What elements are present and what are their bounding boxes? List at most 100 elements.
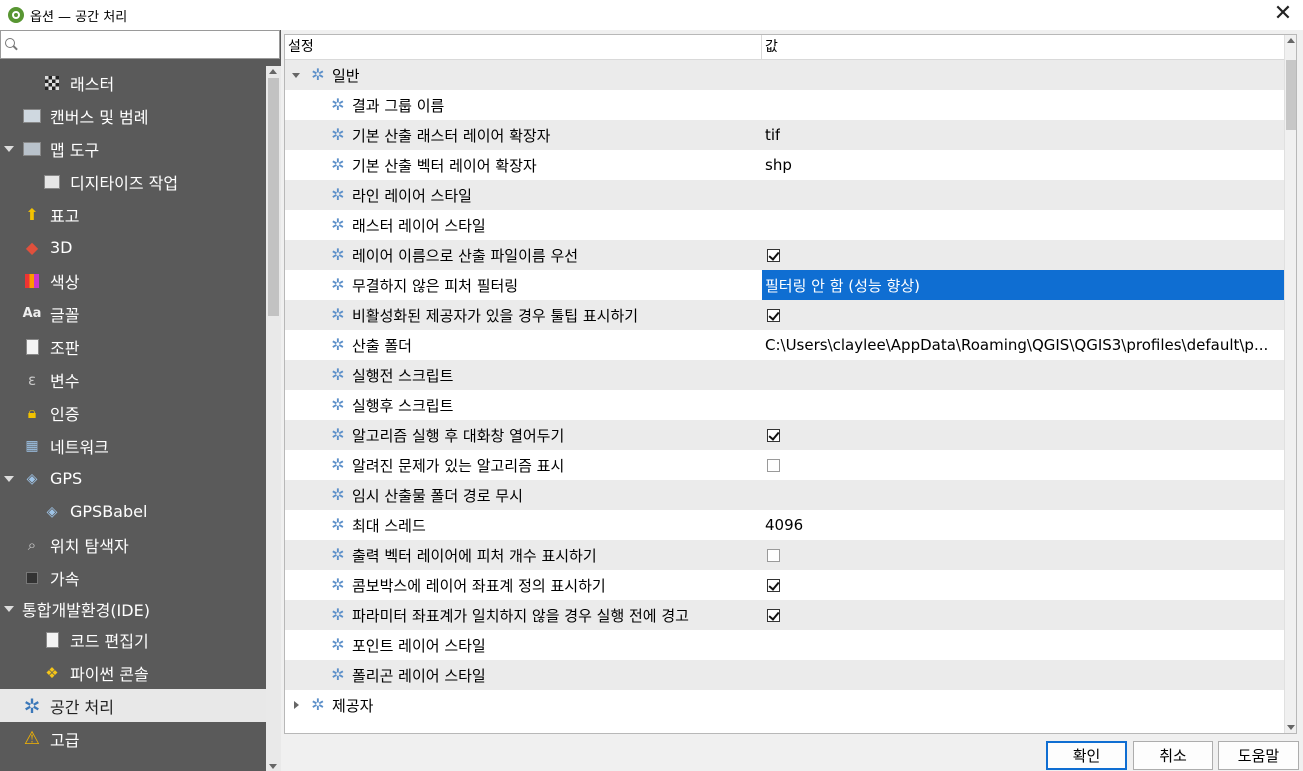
- tree-row[interactable]: ✲ 최대 스레드 4096: [285, 510, 1285, 540]
- scroll-up-arrow-icon[interactable]: [1287, 38, 1295, 43]
- sidebar-item-label: 3D: [50, 238, 73, 257]
- setting-value-cell[interactable]: 필터링 안 함 (성능 향상): [762, 270, 1285, 300]
- sidebar-item[interactable]: ✲ 공간 처리: [0, 689, 266, 722]
- setting-value-cell[interactable]: shp: [762, 150, 1285, 180]
- tree-row[interactable]: ✲ 폴리곤 레이어 스타일: [285, 660, 1285, 690]
- sidebar-item[interactable]: ε 변수: [0, 363, 266, 396]
- column-header-value[interactable]: 값: [762, 35, 1285, 60]
- tree-row[interactable]: ✲ 래스터 레이어 스타일: [285, 210, 1285, 240]
- expand-arrow-icon[interactable]: [4, 475, 14, 482]
- setting-value-cell[interactable]: [762, 570, 1285, 600]
- setting-name-cell: ✲ 알려진 문제가 있는 알고리즘 표시: [285, 450, 762, 480]
- setting-value-cell[interactable]: [762, 420, 1285, 450]
- expand-arrow-icon[interactable]: [4, 605, 14, 612]
- sidebar-item[interactable]: 디지타이즈 작업: [0, 165, 266, 198]
- sidebar-item[interactable]: 맵 도구: [0, 132, 266, 165]
- search-box[interactable]: [0, 30, 280, 59]
- setting-value-cell[interactable]: [762, 90, 1285, 120]
- setting-value-cell[interactable]: 4096: [762, 510, 1285, 540]
- sidebar-item[interactable]: 캔버스 및 범례: [0, 99, 266, 132]
- setting-value-cell[interactable]: [762, 300, 1285, 330]
- setting-value-cell[interactable]: [762, 540, 1285, 570]
- tree-row[interactable]: ✲ 파라미터 좌표계가 일치하지 않을 경우 실행 전에 경고: [285, 600, 1285, 630]
- tree-row[interactable]: ✲ 라인 레이어 스타일: [285, 180, 1285, 210]
- sidebar-item[interactable]: 🔒︎ 인증: [0, 396, 266, 429]
- setting-checkbox[interactable]: [767, 248, 780, 262]
- tree-row[interactable]: ✲ 기본 산출 래스터 레이어 확장자 tif: [285, 120, 1285, 150]
- setting-value-cell[interactable]: [762, 690, 1285, 720]
- setting-value-cell[interactable]: [762, 210, 1285, 240]
- setting-label: 기본 산출 래스터 레이어 확장자: [352, 126, 551, 145]
- tree-row[interactable]: ✲ 비활성화된 제공자가 있을 경우 툴팁 표시하기: [285, 300, 1285, 330]
- column-header-setting[interactable]: 설정: [285, 35, 762, 60]
- setting-value-cell[interactable]: [762, 60, 1285, 90]
- setting-checkbox[interactable]: [767, 608, 780, 622]
- tree-row[interactable]: ✲ 제공자: [285, 690, 1285, 720]
- tree-row[interactable]: ✲ 실행후 스크립트: [285, 390, 1285, 420]
- tree-row[interactable]: ✲ 산출 폴더 C:\Users\claylee\AppData\Roaming\Q…: [285, 330, 1285, 360]
- tree-row[interactable]: ✲ 포인트 레이어 스타일: [285, 630, 1285, 660]
- network-icon: ▦: [25, 437, 39, 454]
- scroll-down-arrow-icon[interactable]: [269, 764, 277, 769]
- setting-value-cell[interactable]: C:\Users\claylee\AppData\Roaming\QGIS\QG…: [762, 330, 1285, 360]
- setting-value-cell[interactable]: [762, 360, 1285, 390]
- tree-row[interactable]: ✲ 무결하지 않은 피처 필터링 필터링 안 함 (성능 향상): [285, 270, 1285, 300]
- sidebar-item[interactable]: ⚠ 고급: [0, 722, 266, 755]
- setting-checkbox[interactable]: [767, 578, 780, 592]
- sidebar-item[interactable]: ⬆ 표고: [0, 198, 266, 231]
- sidebar-item[interactable]: 가속: [0, 561, 266, 594]
- ok-button[interactable]: 확인: [1046, 741, 1127, 770]
- setting-label: 래스터 레이어 스타일: [352, 216, 486, 235]
- sidebar-item[interactable]: ❖ 파이썬 콘솔: [0, 656, 266, 689]
- close-icon[interactable]: ✕: [1271, 3, 1295, 27]
- tree-row[interactable]: ✲ 실행전 스크립트: [285, 360, 1285, 390]
- setting-checkbox[interactable]: [767, 428, 780, 442]
- setting-value-cell[interactable]: [762, 630, 1285, 660]
- sidebar-item[interactable]: 통합개발환경(IDE): [0, 592, 266, 625]
- scroll-up-arrow-icon[interactable]: [269, 69, 277, 74]
- setting-value-cell[interactable]: [762, 390, 1285, 420]
- sidebar-item-label: 네트워크: [50, 437, 109, 457]
- tree-row[interactable]: ✲ 일반: [285, 60, 1285, 90]
- scrollbar-thumb[interactable]: [1286, 60, 1296, 130]
- tree-row[interactable]: ✲ 콤보박스에 레이어 좌표계 정의 표시하기: [285, 570, 1285, 600]
- sidebar-scrollbar[interactable]: [266, 66, 281, 771]
- setting-value-cell[interactable]: tif: [762, 120, 1285, 150]
- tree-row[interactable]: ✲ 알고리즘 실행 후 대화창 열어두기: [285, 420, 1285, 450]
- tree-row[interactable]: ✲ 결과 그룹 이름: [285, 90, 1285, 120]
- sidebar-item[interactable]: ◆ 3D: [0, 231, 266, 264]
- scrollbar-thumb[interactable]: [268, 78, 279, 316]
- tree-scrollbar[interactable]: [1284, 35, 1296, 733]
- sidebar-item[interactable]: 조판: [0, 330, 266, 363]
- setting-value-cell[interactable]: [762, 660, 1285, 690]
- setting-name-cell: ✲ 일반: [285, 60, 762, 90]
- sidebar-item[interactable]: ⌕ 위치 탐색자: [0, 528, 266, 561]
- sidebar-item[interactable]: ◈ GPSBabel: [0, 495, 266, 528]
- sidebar-item[interactable]: ▦ 네트워크: [0, 429, 266, 462]
- sidebar-item[interactable]: 래스터: [0, 66, 266, 99]
- scroll-down-arrow-icon[interactable]: [1287, 725, 1295, 730]
- sidebar-item[interactable]: 색상: [0, 264, 266, 297]
- setting-value-cell[interactable]: [762, 180, 1285, 210]
- setting-value-cell[interactable]: [762, 600, 1285, 630]
- setting-value-cell[interactable]: [762, 480, 1285, 510]
- sidebar-item[interactable]: 코드 편집기: [0, 623, 266, 656]
- tree-row[interactable]: ✲ 레이어 이름으로 산출 파일이름 우선: [285, 240, 1285, 270]
- help-button[interactable]: 도움말: [1218, 741, 1299, 770]
- tree-row[interactable]: ✲ 출력 벡터 레이어에 피처 개수 표시하기: [285, 540, 1285, 570]
- setting-value-cell[interactable]: [762, 240, 1285, 270]
- setting-value-cell[interactable]: [762, 450, 1285, 480]
- tree-row[interactable]: ✲ 임시 산출물 폴더 경로 무시: [285, 480, 1285, 510]
- collapse-arrow-icon[interactable]: [294, 701, 299, 709]
- tree-row[interactable]: ✲ 알려진 문제가 있는 알고리즘 표시: [285, 450, 1285, 480]
- expand-arrow-icon[interactable]: [292, 72, 300, 78]
- search-input[interactable]: [23, 32, 279, 57]
- setting-checkbox[interactable]: [767, 458, 780, 472]
- setting-checkbox[interactable]: [767, 548, 780, 562]
- expand-arrow-icon[interactable]: [4, 145, 14, 152]
- tree-row[interactable]: ✲ 기본 산출 벡터 레이어 확장자 shp: [285, 150, 1285, 180]
- sidebar-item[interactable]: Aa 글꼴: [0, 297, 266, 330]
- cancel-button[interactable]: 취소: [1133, 741, 1213, 770]
- sidebar-item[interactable]: ◈ GPS: [0, 462, 266, 495]
- setting-checkbox[interactable]: [767, 308, 780, 322]
